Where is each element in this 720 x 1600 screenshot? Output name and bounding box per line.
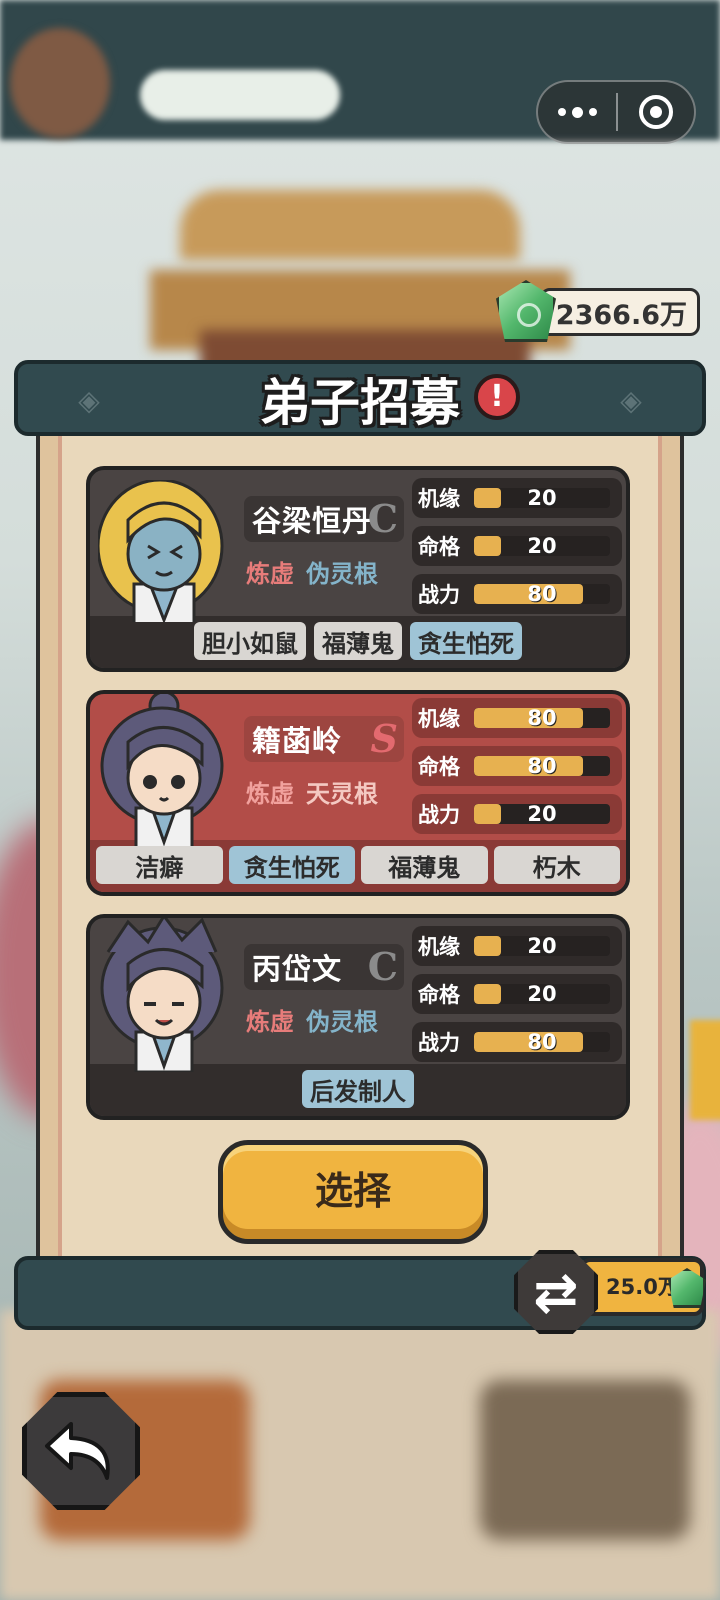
stat-bar: 20 — [474, 936, 610, 956]
stat-value: 80 — [527, 756, 557, 776]
more-dots-icon[interactable] — [538, 82, 616, 142]
alert-icon[interactable]: ! — [474, 374, 520, 420]
trait-tag: 洁癖 — [96, 846, 223, 884]
trait-list: 后发制人 — [90, 1070, 626, 1108]
refresh-cost: 25.0万 — [606, 1275, 679, 1299]
disciple-portrait — [98, 694, 228, 846]
stat-value: 80 — [527, 584, 557, 604]
disciple-name: 丙岱文 — [252, 952, 343, 986]
disciple-grade: C — [367, 496, 398, 541]
stat-row: 命格 20 — [412, 974, 622, 1014]
stat-label: 机缘 — [418, 487, 460, 511]
stat-row: 命格 80 — [412, 746, 622, 786]
disciple-name: 谷梁恒丹 — [252, 504, 373, 538]
refresh-cost-box[interactable]: 25.0万 — [580, 1258, 706, 1316]
trait-tag: 贪生怕死 — [410, 622, 522, 660]
trait-list: 洁癖 贪生怕死 福薄鬼 朽木 — [90, 846, 626, 884]
stat-bar: 80 — [474, 756, 610, 776]
stat-value: 20 — [527, 536, 557, 556]
stat-value: 20 — [527, 936, 557, 956]
trait-tag: 胆小如鼠 — [194, 622, 306, 660]
stat-bar: 20 — [474, 488, 610, 508]
disciple-realm: 炼虚 伪灵根 — [246, 554, 378, 589]
stat-value: 80 — [527, 1032, 557, 1052]
stat-value: 80 — [527, 708, 557, 728]
refresh-icon: ⇄ — [533, 1260, 579, 1324]
disciple-name-box: 谷梁恒丹 C — [244, 496, 404, 542]
trait-list: 胆小如鼠 福薄鬼 贪生怕死 — [90, 622, 626, 660]
stat-row: 机缘 20 — [412, 478, 622, 518]
stat-row: 战力 80 — [412, 1022, 622, 1062]
stat-label: 命格 — [418, 535, 460, 559]
stat-bar: 80 — [474, 584, 610, 604]
currency-display: 2366.6万 — [496, 280, 700, 342]
stat-value: 20 — [527, 488, 557, 508]
disciple-card[interactable]: 丙岱文 C 炼虚 伪灵根 机缘 20 命格 20 战力 80 后发制人 — [86, 914, 630, 1120]
close-circle-icon[interactable] — [618, 95, 694, 129]
stat-bar: 20 — [474, 804, 610, 824]
spirit-root-label: 伪灵根 — [306, 1008, 378, 1036]
spirit-root-label: 伪灵根 — [306, 560, 378, 588]
stat-bar: 80 — [474, 1032, 610, 1052]
stat-label: 机缘 — [418, 935, 460, 959]
currency-amount: 2366.6万 — [540, 288, 700, 336]
stat-label: 战力 — [418, 803, 460, 827]
dialog-title: 弟子招募 — [260, 373, 460, 432]
stat-label: 战力 — [418, 583, 460, 607]
trait-tag: 贪生怕死 — [228, 846, 355, 884]
stat-bar: 80 — [474, 708, 610, 728]
realm-label: 炼虚 — [246, 780, 294, 808]
disciple-realm: 炼虚 天灵根 — [246, 774, 378, 809]
stat-bar: 20 — [474, 984, 610, 1004]
stat-label: 命格 — [418, 755, 460, 779]
disciple-portrait — [98, 480, 228, 622]
stat-row: 机缘 20 — [412, 926, 622, 966]
stat-label: 战力 — [418, 1031, 460, 1055]
trait-tag: 福薄鬼 — [361, 846, 488, 884]
stat-label: 命格 — [418, 983, 460, 1007]
select-button[interactable]: 选择 — [218, 1140, 488, 1244]
realm-label: 炼虚 — [246, 1008, 294, 1036]
disciple-grade: S — [370, 716, 398, 761]
disciple-card[interactable]: 谷梁恒丹 C 炼虚 伪灵根 机缘 20 命格 20 战力 80 胆小如鼠 福薄鬼 … — [86, 466, 630, 672]
miniprogram-capsule — [536, 80, 696, 144]
disciple-name: 籍菡岭 — [252, 724, 343, 758]
stat-bar: 20 — [474, 536, 610, 556]
spirit-root-label: 天灵根 — [306, 780, 378, 808]
stat-row: 命格 20 — [412, 526, 622, 566]
disciple-grade: C — [367, 944, 398, 989]
trait-tag: 后发制人 — [302, 1070, 414, 1108]
stat-value: 20 — [527, 804, 557, 824]
stat-label: 机缘 — [418, 707, 460, 731]
stat-value: 20 — [527, 984, 557, 1004]
disciple-name-box: 籍菡岭 S — [244, 716, 404, 762]
disciple-realm: 炼虚 伪灵根 — [246, 1002, 378, 1037]
stat-row: 机缘 80 — [412, 698, 622, 738]
select-button-label: 选择 — [314, 1169, 391, 1213]
trait-tag: 朽木 — [493, 846, 620, 884]
stat-row: 战力 20 — [412, 794, 622, 834]
disciple-name-box: 丙岱文 C — [244, 944, 404, 990]
realm-label: 炼虚 — [246, 560, 294, 588]
back-arrow-icon — [45, 1422, 110, 1480]
trait-tag: 福薄鬼 — [314, 622, 402, 660]
stat-row: 战力 80 — [412, 574, 622, 614]
disciple-portrait — [98, 918, 228, 1072]
disciple-card[interactable]: 籍菡岭 S 炼虚 天灵根 机缘 80 命格 80 战力 20 洁癖 贪生怕死 福薄… — [86, 690, 630, 896]
